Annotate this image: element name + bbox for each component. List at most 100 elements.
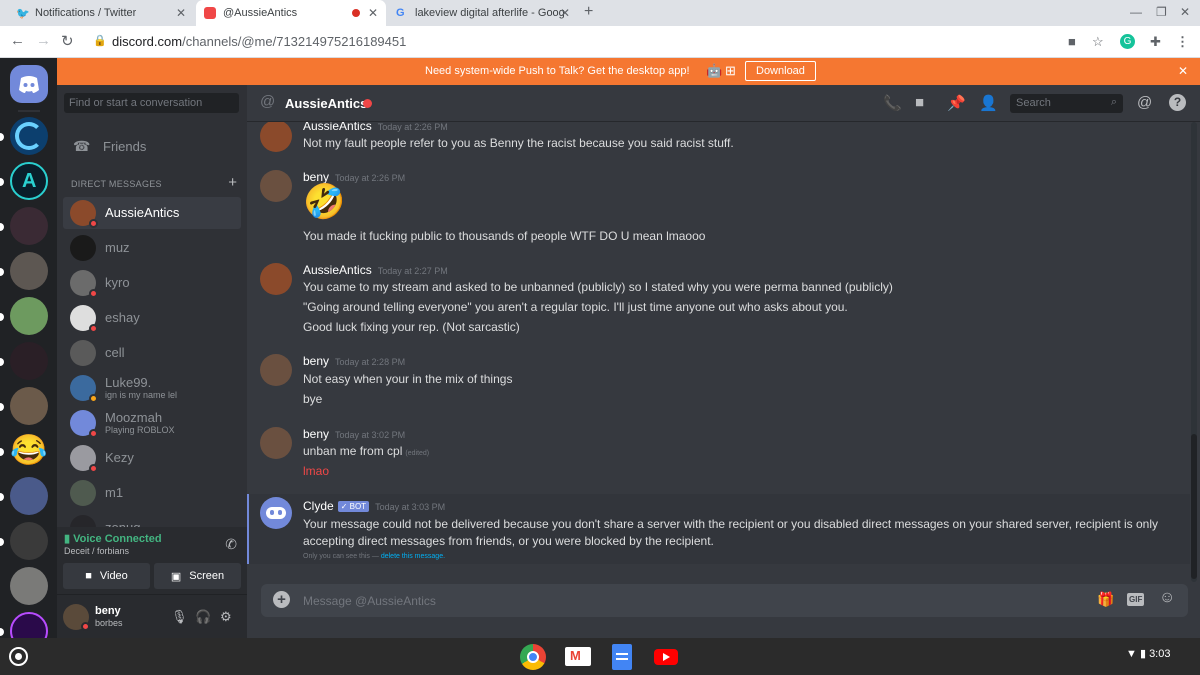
message-content: "Going around telling everyone" you aren… (303, 300, 848, 314)
help-icon[interactable]: ? (1169, 94, 1186, 111)
message-composer[interactable]: + Message @AussieAntics 🎁 GIF ☺ (261, 584, 1188, 617)
dm-item[interactable]: eshay (63, 302, 241, 334)
avatar[interactable] (260, 427, 292, 459)
server-c-icon[interactable] (10, 117, 48, 155)
dm-item[interactable]: Luke99. ign is my name lel (63, 372, 241, 404)
reload-icon[interactable]: ↻ (61, 32, 74, 50)
forward-icon[interactable]: → (36, 32, 51, 49)
create-dm-icon[interactable]: + (228, 174, 237, 191)
status-dnd-icon (363, 99, 372, 108)
settings-gear-icon[interactable]: ⚙ (220, 609, 232, 625)
server-avatar-icon[interactable] (10, 612, 48, 638)
dm-activity: Playing ROBLOX (105, 425, 175, 435)
server-avatar-icon[interactable] (10, 297, 48, 335)
scrollbar[interactable] (1191, 122, 1197, 582)
message-timestamp: Today at 2:26 PM (335, 173, 406, 183)
add-friend-icon[interactable]: 👤 (979, 94, 998, 112)
launcher-icon[interactable] (9, 647, 28, 666)
friends-nav-item[interactable]: ☎ Friends (67, 135, 146, 157)
close-tab-icon[interactable]: ✕ (560, 6, 570, 20)
server-avatar-icon[interactable] (10, 477, 48, 515)
close-tab-icon[interactable]: ✕ (176, 6, 186, 20)
maximize-icon[interactable]: ❐ (1156, 5, 1167, 19)
disconnect-icon[interactable]: ✆ (225, 536, 237, 553)
home-button[interactable] (10, 65, 48, 103)
youtube-icon[interactable] (654, 649, 678, 665)
video-button[interactable]: ■ Video (63, 563, 150, 589)
avatar[interactable] (260, 170, 292, 202)
status-tray[interactable]: ▼ ▮ 3:03 (1126, 647, 1170, 660)
server-laughing-icon[interactable]: 😂 (10, 432, 48, 470)
dm-text: m1 (105, 486, 123, 500)
scrollbar-thumb[interactable] (1191, 434, 1197, 579)
dm-item[interactable]: Moozmah Playing ROBLOX (63, 407, 241, 439)
dm-item[interactable]: kyro (63, 267, 241, 299)
video-call-icon[interactable]: ■ (915, 94, 924, 111)
screen-share-button[interactable]: ▣ Screen (154, 563, 241, 589)
message-author[interactable]: Clyde (303, 499, 334, 513)
avatar[interactable] (260, 263, 292, 295)
avatar[interactable] (260, 354, 292, 386)
gif-button[interactable]: GIF (1127, 593, 1145, 606)
message-author[interactable]: AussieAntics (303, 263, 372, 277)
bookmark-star-icon[interactable]: ☆ (1092, 34, 1104, 50)
server-avatar-icon[interactable] (10, 252, 48, 290)
emoji-picker-icon[interactable]: ☺ (1159, 589, 1175, 607)
tab-google[interactable]: G lakeview digital afterlife - Google ✕ (388, 0, 578, 26)
close-window-icon[interactable]: ✕ (1180, 5, 1190, 19)
close-tab-icon[interactable]: ✕ (368, 6, 378, 20)
delete-message-link[interactable]: delete this message. (381, 553, 445, 560)
avatar[interactable] (260, 122, 292, 152)
message-input[interactable]: Message @AussieAntics (303, 594, 436, 608)
extensions-icon[interactable]: ✚ (1150, 34, 1161, 50)
minimize-icon[interactable]: — (1130, 5, 1142, 19)
search-input[interactable]: Search ⌕ (1010, 94, 1123, 113)
clyde-avatar[interactable] (260, 497, 292, 529)
tab-twitter[interactable]: 🐦 Notifications / Twitter ✕ (8, 0, 194, 26)
server-avatar-icon[interactable] (10, 522, 48, 560)
message-author[interactable]: AussieAntics (303, 122, 372, 133)
unread-indicator (0, 268, 4, 276)
message-author[interactable]: beny (303, 354, 329, 368)
attach-plus-icon[interactable]: + (273, 591, 290, 608)
server-avatar-icon[interactable] (10, 207, 48, 245)
dm-item[interactable]: muz (63, 232, 241, 264)
pinned-messages-icon[interactable]: 📌 (947, 94, 966, 112)
server-avatar-icon[interactable] (10, 387, 48, 425)
unread-indicator (0, 133, 4, 141)
server-avatar-icon[interactable] (10, 567, 48, 605)
server-a-icon[interactable]: A (10, 162, 48, 200)
tab-discord[interactable]: @AussieAntics ✕ (196, 0, 386, 26)
download-button[interactable]: Download (745, 61, 816, 81)
google-icon: G (396, 7, 405, 19)
url-field[interactable]: 🔒 discord.com/channels/@me/7132149752161… (88, 30, 1118, 54)
clock: 3:03 (1149, 648, 1171, 660)
chrome-icon[interactable] (520, 644, 546, 670)
dm-item[interactable]: Kezy (63, 442, 241, 474)
message-list: AussieAntics Today at 2:26 PM Not my faul… (247, 122, 1190, 582)
gift-icon[interactable]: 🎁 (1097, 591, 1114, 608)
status-indicator-icon (89, 219, 98, 228)
menu-icon[interactable]: ⋮ (1176, 34, 1189, 50)
message-author[interactable]: beny (303, 427, 329, 441)
camera-icon[interactable]: ■ (1068, 34, 1076, 49)
back-icon[interactable]: ← (10, 32, 25, 49)
dm-item[interactable]: cell (63, 337, 241, 369)
screen: 🐦 Notifications / Twitter ✕ @AussieAntic… (0, 0, 1200, 675)
dm-item[interactable]: AussieAntics (63, 197, 241, 229)
voice-channel[interactable]: Deceit / forbians (64, 546, 129, 556)
mentions-icon[interactable]: @ (1137, 94, 1152, 111)
voice-call-icon[interactable]: 📞 (883, 94, 902, 112)
new-tab-icon[interactable]: + (584, 3, 593, 21)
google-docs-icon[interactable] (612, 644, 632, 670)
gmail-icon[interactable]: M (565, 647, 591, 666)
message-timestamp: Today at 2:27 PM (377, 266, 448, 276)
headphones-icon[interactable]: 🎧 (195, 609, 211, 625)
grammarly-icon[interactable]: G (1120, 34, 1135, 49)
find-conversation-input[interactable]: Find or start a conversation (64, 93, 239, 113)
server-avatar-icon[interactable] (10, 342, 48, 380)
dm-item[interactable]: m1 (63, 477, 241, 509)
microphone-icon[interactable]: 🎙 (171, 609, 188, 625)
close-icon[interactable]: ✕ (1178, 64, 1188, 78)
message-content: You came to my stream and asked to be un… (303, 280, 893, 294)
